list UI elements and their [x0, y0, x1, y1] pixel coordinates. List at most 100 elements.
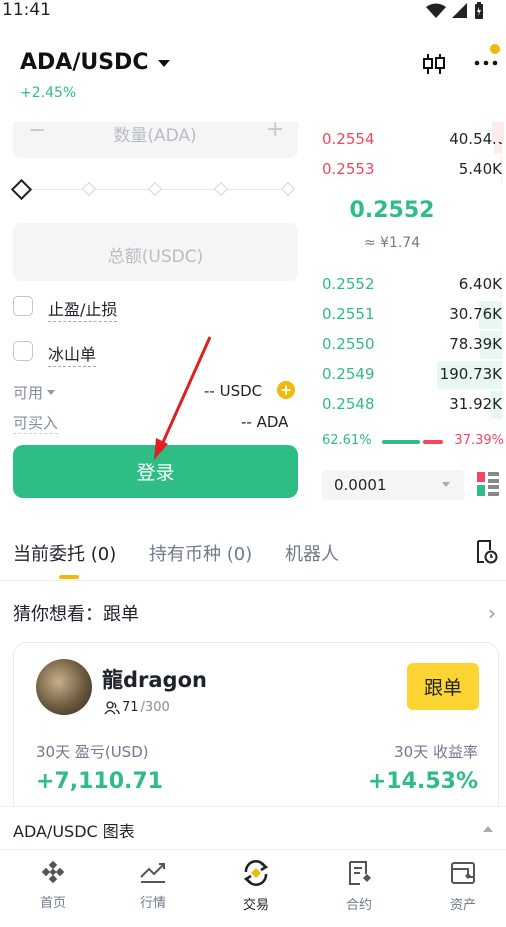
more-dots-icon [474, 44, 500, 66]
trader-name[interactable]: 龍dragon [102, 664, 207, 694]
nav-assets[interactable]: 资产 [423, 860, 503, 913]
ask-row[interactable]: 0.2554 40.54K [322, 126, 502, 154]
active-tab-indicator [59, 575, 79, 579]
slider-handle[interactable] [10, 178, 33, 201]
users-icon [104, 700, 120, 714]
order-history-icon[interactable] [476, 540, 498, 564]
binance-logo-icon [41, 860, 65, 884]
trade-swap-icon [243, 860, 269, 886]
nav-markets-label: 行情 [139, 896, 166, 911]
annotation-arrow [154, 336, 212, 460]
price-change: +2.45% [20, 85, 77, 101]
slider-step-75[interactable] [213, 181, 229, 197]
available-label-text: 可用 [13, 384, 44, 402]
bid-qty: 30.76K [449, 305, 502, 323]
tp-sl-checkbox[interactable] [13, 296, 33, 316]
caret-up-icon [483, 826, 493, 832]
bid-price: 0.2548 [322, 395, 375, 413]
copy-trade-label: 跟单 [423, 677, 462, 699]
bid-price: 0.2551 [322, 305, 375, 323]
bid-row[interactable]: 0.2552 6.40K [322, 271, 502, 299]
nav-trade[interactable]: 交易 [216, 860, 296, 913]
deposit-plus-icon[interactable]: + [277, 381, 295, 399]
pair-name: ADA/USDC [20, 50, 149, 75]
bid-price: 0.2549 [322, 365, 375, 383]
ask-row[interactable]: 0.2553 5.40K [322, 156, 502, 184]
bid-qty: 31.92K [449, 395, 502, 413]
bid-price: 0.2550 [322, 335, 375, 353]
slider-step-25[interactable] [81, 181, 97, 197]
roi-value: +14.53% [367, 769, 478, 794]
copy-trade-button[interactable]: 跟单 [407, 663, 479, 710]
battery-icon [475, 2, 483, 19]
can-buy-label: 可买入 [13, 414, 59, 434]
buy-sell-ratio: 62.61% 37.39% [322, 433, 504, 451]
dropdown-icon [47, 390, 56, 395]
followers-value: 71 [122, 700, 139, 715]
bid-row[interactable]: 0.2551 30.76K [322, 301, 502, 329]
wifi-icon [426, 3, 446, 18]
nav-futures-label: 合约 [345, 898, 372, 913]
followers-max: /300 [140, 700, 170, 715]
avatar [36, 659, 92, 715]
more-menu-button[interactable] [473, 44, 503, 74]
sell-ratio-bar [423, 440, 443, 444]
bid-price: 0.2552 [322, 275, 375, 293]
status-time: 11:41 [2, 0, 51, 20]
nav-home-label: 首页 [39, 896, 66, 911]
nav-trade-label: 交易 [242, 898, 269, 913]
tab-holdings[interactable]: 持有币种 (0) [149, 540, 252, 566]
ask-price: 0.2553 [322, 160, 375, 178]
bid-qty: 6.40K [458, 275, 502, 293]
slider-step-100[interactable] [280, 181, 296, 197]
status-bar: 11:41 [0, 0, 506, 26]
tab-bots[interactable]: 机器人 [285, 540, 339, 566]
caret-down-icon [158, 60, 171, 67]
nav-futures[interactable]: 合约 [319, 860, 399, 913]
quantity-placeholder: 数量(ADA) [113, 126, 197, 146]
orderbook-layout-icon[interactable] [477, 472, 499, 496]
bid-row[interactable]: 0.2549 190.73K [322, 361, 502, 389]
bid-row[interactable]: 0.2550 78.39K [322, 331, 502, 359]
tab-open-orders[interactable]: 当前委托 (0) [13, 540, 116, 566]
chevron-right-icon[interactable]: › [488, 601, 496, 625]
mid-price-cny: ≈ ¥1.74 [363, 235, 421, 251]
pnl-label: 30天 盈亏(USD) [36, 743, 149, 761]
nav-markets[interactable]: 行情 [113, 860, 193, 911]
signal-icon [452, 2, 467, 18]
roi-label: 30天 收益率 [394, 743, 478, 761]
status-icons [426, 2, 484, 19]
futures-doc-icon [349, 861, 371, 885]
ask-price: 0.2554 [322, 130, 375, 148]
bid-row[interactable]: 0.2548 31.92K [322, 391, 502, 419]
mid-price[interactable]: 0.2552 [322, 198, 462, 223]
bid-qty: 190.73K [439, 365, 502, 383]
ask-depth-top [492, 122, 504, 142]
nav-home[interactable]: 首页 [13, 860, 93, 911]
bid-qty: 78.39K [449, 335, 502, 353]
slider-step-50[interactable] [147, 181, 163, 197]
tp-sl-label[interactable]: 止盈/止损 [48, 296, 118, 322]
candlestick-chart-icon[interactable] [421, 53, 447, 75]
available-label[interactable]: 可用 [13, 382, 56, 403]
iceberg-checkbox[interactable] [13, 341, 33, 361]
buy-ratio: 62.61% [322, 433, 372, 448]
precision-value: 0.0001 [334, 476, 387, 494]
iceberg-label[interactable]: 冰山单 [48, 341, 97, 367]
sell-ratio: 37.39% [454, 433, 504, 448]
pair-selector[interactable]: ADA/USDC [20, 50, 171, 75]
chevron-down-icon [442, 482, 450, 487]
chart-trend-icon [140, 863, 165, 883]
chart-toggle-label: ADA/USDC 图表 [13, 822, 135, 841]
precision-select[interactable]: 0.0001 [322, 470, 464, 500]
quantity-increase-button[interactable]: + [266, 117, 284, 142]
buy-ratio-bar [382, 440, 420, 444]
pnl-value: +7,110.71 [36, 769, 163, 794]
followers-count: 71/300 [104, 700, 170, 715]
nav-assets-label: 资产 [449, 898, 476, 913]
can-buy-value: -- ADA [241, 413, 289, 431]
total-placeholder: 总额(USDC) [107, 247, 204, 267]
ask-qty: 5.40K [458, 160, 502, 178]
recommend-title[interactable]: 猜你想看：跟单 [13, 600, 139, 626]
wallet-icon [451, 862, 475, 884]
